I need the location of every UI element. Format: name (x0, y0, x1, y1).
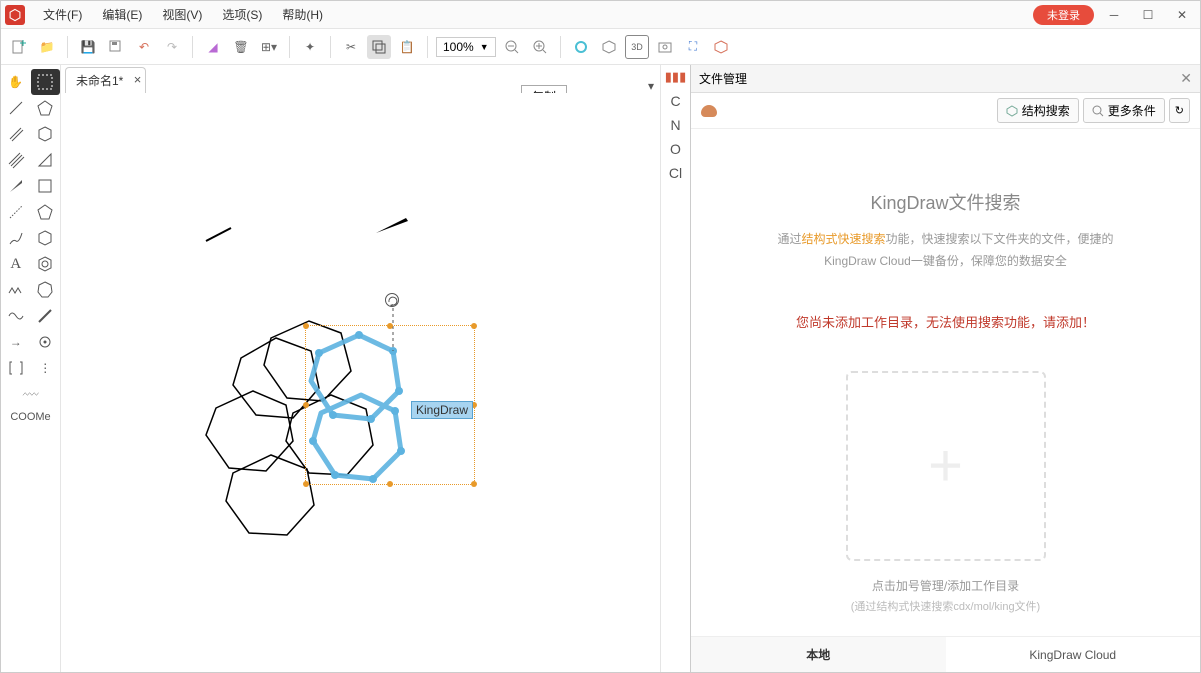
document-tab[interactable]: 未命名1* × (65, 67, 146, 93)
panel-close-button[interactable]: ✕ (1180, 70, 1192, 87)
clean-button[interactable]: ✦ (298, 35, 322, 59)
3d-button[interactable]: 3D (625, 35, 649, 59)
radical-tool[interactable] (31, 329, 61, 355)
drawing-canvas[interactable]: KingDraw (61, 93, 660, 672)
panel-title: 文件管理 (699, 70, 747, 87)
structure-search-button[interactable]: 结构搜索 (997, 98, 1079, 123)
paste-button[interactable]: 📋 (395, 35, 419, 59)
save-button[interactable]: 💾 (76, 35, 100, 59)
scan-button[interactable]: ⛶ (681, 35, 705, 59)
refresh-button[interactable]: ↻ (1169, 98, 1190, 123)
panel-footer-tabs: 本地 KingDraw Cloud (691, 636, 1200, 672)
square-tool[interactable] (31, 173, 61, 199)
app-logo (5, 5, 25, 25)
arrow-tool[interactable]: → (1, 329, 31, 355)
mesh-tool[interactable] (1, 381, 60, 407)
panel-body: KingDraw文件搜索 通过结构式快速搜索功能，快速搜索以下文件夹的文件，便捷… (691, 129, 1200, 636)
rotation-handle[interactable] (385, 293, 399, 307)
pentagon-tool[interactable] (31, 95, 61, 121)
cloud-icon[interactable] (701, 105, 717, 117)
element-c[interactable]: C (670, 93, 680, 109)
bond-tool[interactable] (31, 303, 61, 329)
triangle-tool[interactable] (31, 147, 61, 173)
add-directory-box[interactable]: + (846, 371, 1046, 561)
kingdraw-label[interactable]: KingDraw (411, 401, 473, 419)
zoom-out-button[interactable] (500, 35, 524, 59)
redo-button[interactable]: ↷ (160, 35, 184, 59)
minimize-button[interactable]: ─ (1100, 5, 1128, 25)
search-description: 通过结构式快速搜索功能，快速搜索以下文件夹的文件，便捷的 KingDraw Cl… (777, 229, 1113, 272)
delete-button[interactable]: 🗑 (229, 35, 253, 59)
hand-tool[interactable]: ✋ (1, 69, 31, 95)
wavy-tool[interactable] (1, 225, 31, 251)
capture-button[interactable] (653, 35, 677, 59)
eraser-button[interactable]: ◢ (201, 35, 225, 59)
align-button[interactable]: ⊞▾ (257, 35, 281, 59)
open-file-button[interactable]: 📁 (35, 35, 59, 59)
element-cl[interactable]: Cl (669, 165, 682, 181)
element-o[interactable]: O (670, 141, 681, 157)
marquee-tool[interactable] (31, 69, 61, 95)
menu-file[interactable]: 文件(F) (33, 1, 92, 29)
hexagon2-tool[interactable] (31, 225, 61, 251)
bracket-tool[interactable] (1, 355, 31, 381)
hexagon-3d-button[interactable] (597, 35, 621, 59)
save-as-button[interactable] (104, 35, 128, 59)
panel-toolbar: 结构搜索 更多条件 ↻ (691, 93, 1200, 129)
heptagon-tool[interactable] (31, 277, 61, 303)
undo-button[interactable]: ↶ (132, 35, 156, 59)
text-tool[interactable]: A (1, 251, 31, 277)
tab-close-button[interactable]: × (134, 72, 142, 87)
chain-tool[interactable] (1, 277, 31, 303)
document-tabbar: 未命名1* × 复制 ▾ (61, 65, 660, 93)
benzene-tool[interactable] (31, 251, 61, 277)
line-tool[interactable] (1, 95, 31, 121)
double-line-tool[interactable] (1, 121, 31, 147)
tab-label: 未命名1* (76, 74, 123, 88)
zoom-in-button[interactable] (528, 35, 552, 59)
triple-line-tool[interactable] (1, 147, 31, 173)
menu-help[interactable]: 帮助(H) (272, 1, 333, 29)
tool-palette: ✋ A (1, 65, 61, 672)
curve-tool[interactable] (1, 303, 31, 329)
maximize-button[interactable]: ☐ (1134, 5, 1162, 25)
menu-edit[interactable]: 编辑(E) (92, 1, 152, 29)
hexagon-tool[interactable] (31, 121, 61, 147)
more-filters-button[interactable]: 更多条件 (1083, 98, 1165, 123)
name-button[interactable] (709, 35, 733, 59)
search-title: KingDraw文件搜索 (870, 189, 1020, 215)
coome-label[interactable]: COOMe (1, 407, 60, 427)
new-file-button[interactable] (7, 35, 31, 59)
main-toolbar: 📁 💾 ↶ ↷ ◢ 🗑 ⊞▾ ✦ ✂ 📋 100%▼ 3D ⛶ (1, 29, 1200, 65)
cut-button[interactable]: ✂ (339, 35, 363, 59)
color-ring-button[interactable] (569, 35, 593, 59)
close-button[interactable]: ✕ (1168, 5, 1196, 25)
tab-local[interactable]: 本地 (691, 637, 946, 672)
element-n[interactable]: N (670, 117, 680, 133)
tab-cloud[interactable]: KingDraw Cloud (946, 637, 1201, 672)
file-manager-panel: 文件管理 ✕ 结构搜索 更多条件 ↻ KingDraw文件搜索 通过结构式快速搜… (690, 65, 1200, 672)
no-directory-warning: 您尚未添加工作目录，无法使用搜索功能，请添加！ (796, 312, 1095, 331)
login-badge[interactable]: 未登录 (1033, 5, 1094, 25)
menu-view[interactable]: 视图(V) (152, 1, 212, 29)
titlebar: 文件(F) 编辑(E) 视图(V) 选项(S) 帮助(H) 未登录 ─ ☐ ✕ (1, 1, 1200, 29)
pentagon2-tool[interactable] (31, 199, 61, 225)
more-tool[interactable]: ⋮ (31, 355, 61, 381)
add-hint: 点击加号管理/添加工作目录 (872, 577, 1019, 594)
wedge-tool[interactable] (1, 173, 31, 199)
panel-header: 文件管理 ✕ (691, 65, 1200, 93)
element-sidebar: ▮▮▮ C N O Cl (660, 65, 690, 672)
add-subhint: (通过结构式快速搜索cdx/mol/king文件) (851, 598, 1040, 614)
zoom-value: 100% (443, 40, 474, 54)
menu-options[interactable]: 选项(S) (212, 1, 272, 29)
tab-dropdown[interactable]: ▾ (648, 79, 654, 93)
copy-button[interactable] (367, 35, 391, 59)
zoom-select[interactable]: 100%▼ (436, 37, 496, 57)
periodic-icon[interactable]: ▮▮▮ (665, 69, 686, 85)
plus-icon: + (928, 436, 963, 496)
canvas-area: 未命名1* × 复制 ▾ (61, 65, 660, 672)
hash-wedge-tool[interactable] (1, 199, 31, 225)
